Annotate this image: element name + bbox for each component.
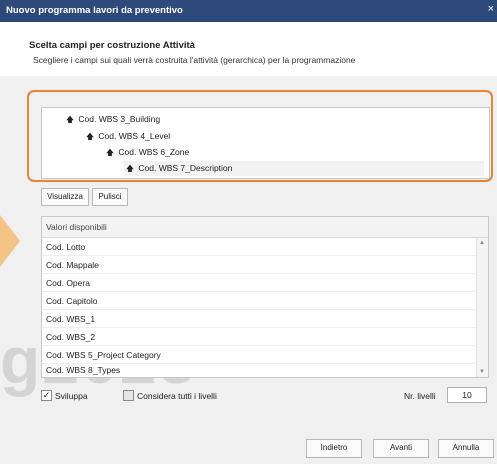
- window-title: Nuovo programma lavori da preventivo: [6, 5, 183, 16]
- window-titlebar: Nuovo programma lavori da preventivo ×: [0, 0, 497, 22]
- annulla-button[interactable]: Annulla: [438, 439, 494, 458]
- sviluppa-checkbox[interactable]: ✓: [41, 390, 52, 401]
- available-values-list[interactable]: Valori disponibili Cod. Lotto Cod. Mappa…: [41, 216, 489, 378]
- pulisci-button[interactable]: Pulisci: [92, 188, 128, 206]
- scroll-up-icon[interactable]: ▲: [479, 240, 485, 246]
- page-subtitle: Scegliere i campi sui quali verrà costru…: [33, 55, 356, 65]
- sviluppa-label: Sviluppa: [55, 391, 88, 401]
- list-item[interactable]: Cod. WBS 8_Types: [42, 364, 478, 377]
- page-title: Scelta campi per costruzione Attività: [29, 40, 195, 51]
- list-scrollbar[interactable]: ▲ ▼: [476, 238, 488, 377]
- list-item[interactable]: Cod. Mappale: [42, 256, 478, 274]
- nr-livelli-label: Nr. livelli: [404, 391, 436, 401]
- list-item[interactable]: Cod. WBS_1: [42, 310, 478, 328]
- considera-label: Considera tutti i livelli: [137, 391, 217, 401]
- indietro-button[interactable]: Indietro: [306, 439, 362, 458]
- chevron-arrow-icon: [0, 215, 20, 267]
- list-header: Valori disponibili: [42, 217, 488, 238]
- highlight-frame: [27, 90, 493, 182]
- considera-checkbox[interactable]: [123, 390, 134, 401]
- close-icon[interactable]: ×: [488, 3, 494, 15]
- list-item[interactable]: Cod. Lotto: [42, 238, 478, 256]
- list-item[interactable]: Cod. Opera: [42, 274, 478, 292]
- scroll-down-icon[interactable]: ▼: [479, 369, 485, 375]
- avanti-button[interactable]: Avanti: [373, 439, 429, 458]
- visualizza-button[interactable]: Visualizza: [41, 188, 89, 206]
- list-item[interactable]: Cod. Capitolo: [42, 292, 478, 310]
- list-item[interactable]: Cod. WBS_2: [42, 328, 478, 346]
- list-item[interactable]: Cod. WBS 5_Project Category: [42, 346, 478, 364]
- nr-livelli-input[interactable]: 10: [447, 387, 487, 403]
